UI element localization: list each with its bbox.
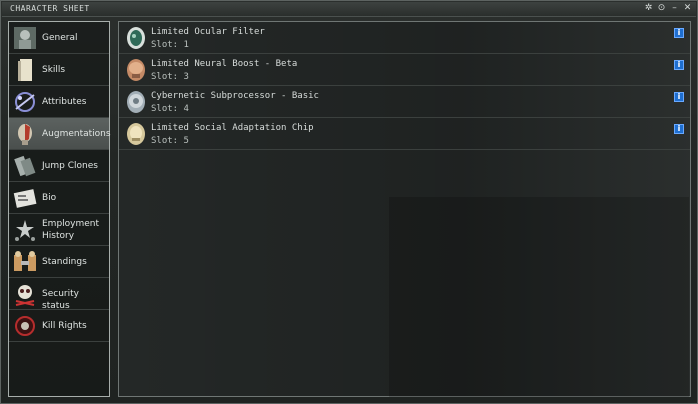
sidebar-item-attributes[interactable]: Attributes bbox=[9, 86, 109, 118]
implant-slot: Slot: 1 bbox=[151, 40, 189, 50]
implant-row[interactable]: Cybernetic Subprocessor - Basic Slot: 4 … bbox=[119, 86, 690, 118]
sidebar-item-label: Skills bbox=[42, 65, 66, 75]
title-bar[interactable]: CHARACTER SHEET ✲ ⊙ – ✕ bbox=[2, 2, 696, 17]
pin-icon[interactable]: ⊙ bbox=[657, 4, 666, 13]
sidebar-item-employment-history[interactable]: Employment History bbox=[9, 214, 109, 246]
settings-icon[interactable]: ✲ bbox=[644, 4, 653, 13]
implant-row[interactable]: Limited Ocular Filter Slot: 1 i bbox=[119, 22, 690, 54]
sidebar-item-standings[interactable]: Standings bbox=[9, 246, 109, 278]
minimize-icon[interactable]: – bbox=[670, 4, 679, 13]
implant-slot: Slot: 5 bbox=[151, 136, 189, 146]
social-adaptation-implant-icon bbox=[127, 123, 145, 145]
sidebar-item-label: Employment History bbox=[42, 218, 99, 242]
sidebar-item-security-status[interactable]: Security status bbox=[9, 278, 109, 311]
bio-icon bbox=[13, 189, 37, 208]
sidebar-item-label: Jump Clones bbox=[42, 161, 98, 171]
subprocessor-implant-icon bbox=[127, 91, 145, 113]
sidebar-item-label: Standings bbox=[42, 257, 87, 267]
sidebar-item-label-line1: Employment bbox=[42, 219, 100, 229]
background-decoration bbox=[389, 197, 689, 397]
info-icon[interactable]: i bbox=[674, 28, 684, 38]
window-controls: ✲ ⊙ – ✕ bbox=[644, 4, 692, 13]
sidebar-item-general[interactable]: General bbox=[9, 22, 109, 54]
sidebar-item-label: Augmentations bbox=[42, 129, 111, 139]
neural-boost-implant-icon bbox=[127, 59, 145, 81]
sidebar-item-bio[interactable]: Bio bbox=[9, 182, 109, 214]
window-title: CHARACTER SHEET bbox=[10, 4, 90, 13]
implant-slot: Slot: 4 bbox=[151, 104, 189, 114]
sidebar-item-label: Security status bbox=[42, 289, 79, 311]
sidebar-item-label: General bbox=[42, 33, 78, 43]
augmentations-icon bbox=[18, 124, 32, 145]
implant-row[interactable]: Limited Neural Boost - Beta Slot: 3 i bbox=[119, 54, 690, 86]
info-icon[interactable]: i bbox=[674, 124, 684, 134]
sidebar-item-kill-rights[interactable]: Kill Rights bbox=[9, 310, 109, 342]
skills-icon bbox=[18, 59, 32, 81]
implant-name: Limited Neural Boost - Beta bbox=[151, 59, 298, 69]
close-icon[interactable]: ✕ bbox=[683, 4, 692, 13]
sidebar-item-label: Kill Rights bbox=[42, 321, 87, 331]
kill-rights-icon bbox=[15, 316, 35, 336]
implant-name: Limited Social Adaptation Chip bbox=[151, 123, 314, 133]
sidebar-item-jump-clones[interactable]: Jump Clones bbox=[9, 150, 109, 182]
sidebar-item-label-line2: History bbox=[42, 231, 75, 241]
security-status-icon bbox=[15, 285, 35, 306]
sidebar-item-skills[interactable]: Skills bbox=[9, 54, 109, 86]
standings-icon bbox=[14, 251, 36, 271]
augmentations-panel: Limited Ocular Filter Slot: 1 i Limited … bbox=[118, 21, 691, 397]
character-sheet-window: CHARACTER SHEET ✲ ⊙ – ✕ General Skills A… bbox=[0, 0, 698, 404]
attributes-icon bbox=[15, 92, 35, 112]
employment-history-icon bbox=[15, 220, 35, 241]
ocular-filter-implant-icon bbox=[127, 27, 145, 49]
implant-name: Cybernetic Subprocessor - Basic bbox=[151, 91, 319, 101]
info-icon[interactable]: i bbox=[674, 60, 684, 70]
sidebar: General Skills Attributes Augmentations … bbox=[8, 21, 111, 397]
implant-name: Limited Ocular Filter bbox=[151, 27, 265, 37]
implant-slot: Slot: 3 bbox=[151, 72, 189, 82]
sidebar-item-label: Bio bbox=[42, 193, 57, 203]
implant-row[interactable]: Limited Social Adaptation Chip Slot: 5 i bbox=[119, 118, 690, 150]
general-icon bbox=[14, 27, 36, 49]
info-icon[interactable]: i bbox=[674, 92, 684, 102]
sidebar-item-label: Attributes bbox=[42, 97, 87, 107]
jump-clones-icon bbox=[14, 155, 36, 177]
sidebar-item-augmentations[interactable]: Augmentations bbox=[9, 118, 111, 150]
